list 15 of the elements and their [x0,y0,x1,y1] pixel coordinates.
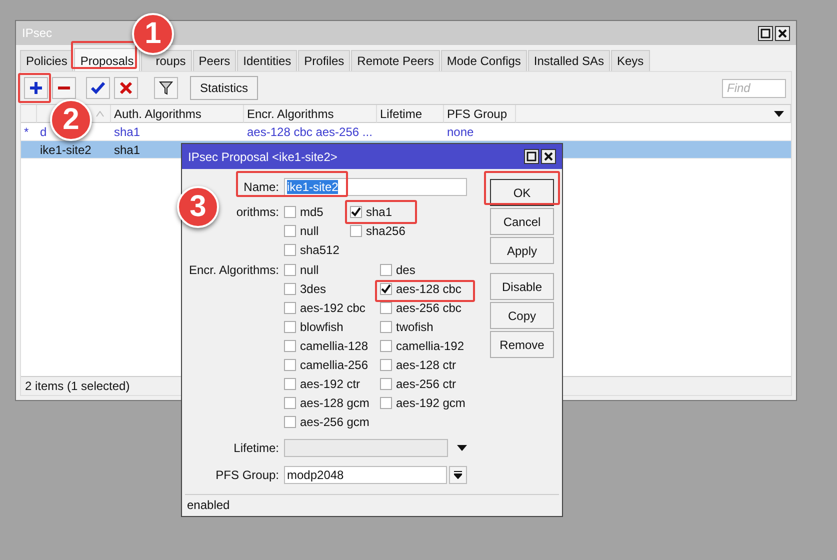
field-label: Encr. Algorithms: [188,262,280,279]
table-cell: d [40,124,47,138]
table-cell: aes-128 cbc aes-256 ... [247,124,372,138]
table-cell: none [447,124,474,138]
status-text: enabled [187,498,230,512]
status-text: 2 items (1 selected) [25,379,130,393]
table-cell: sha1 [114,142,140,156]
dialog-title: IPsec Proposal <ike1-site2> [188,150,338,164]
field-label: PFS Group: [214,466,280,484]
table-cell: sha1 [114,124,140,138]
table-cell: * [24,124,29,138]
field-label: Lifetime: [232,440,280,456]
table-cell: ike1-site2 [40,142,92,156]
field-label: Name: [242,178,280,196]
field-label: orithms: [236,205,279,219]
